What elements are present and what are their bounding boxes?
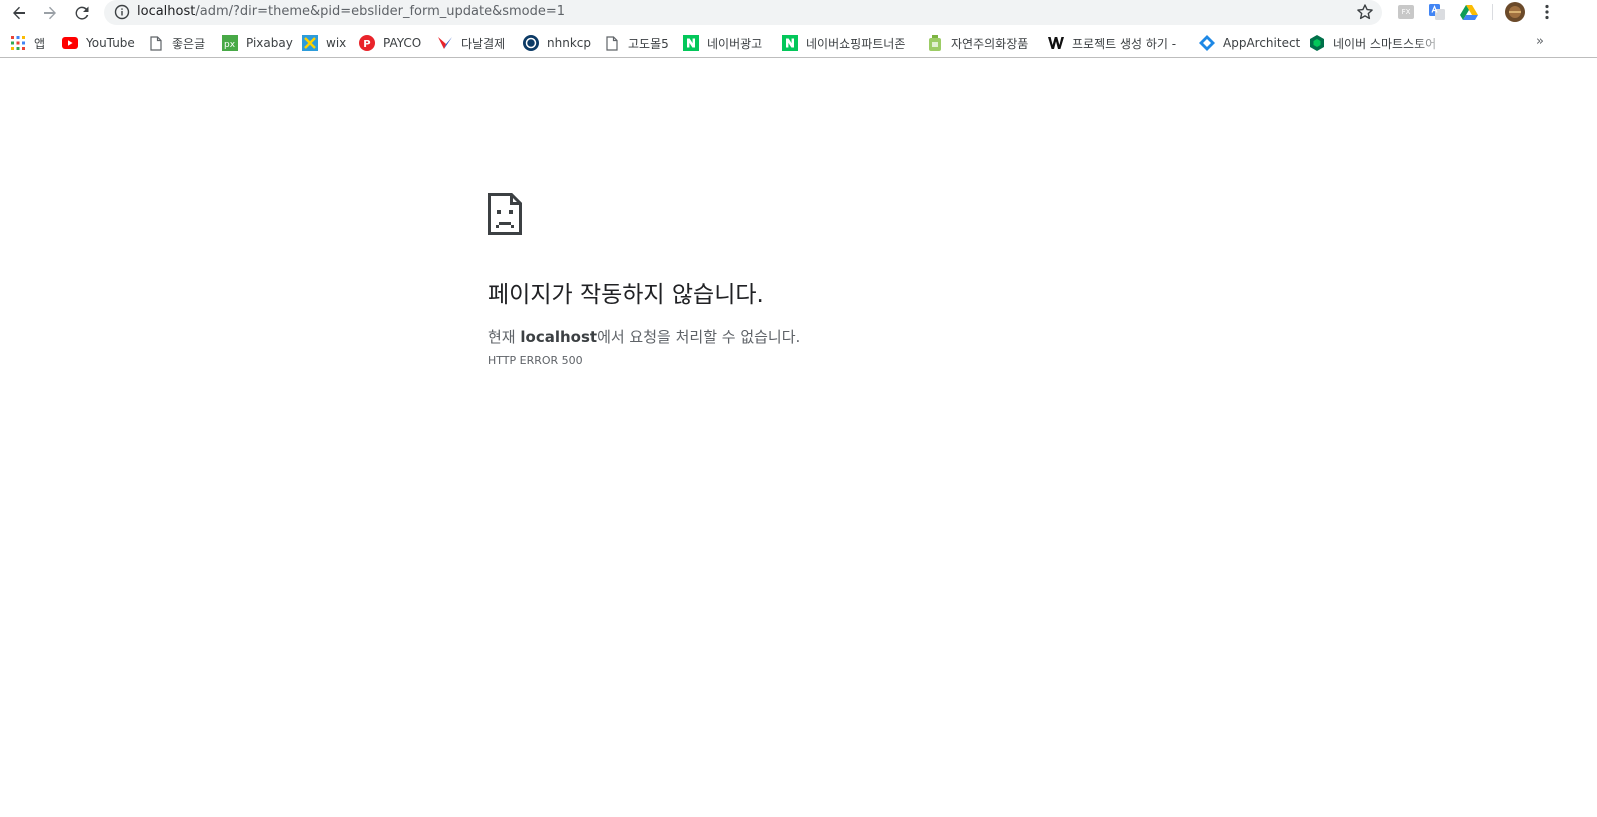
apps-grid-icon <box>10 35 26 51</box>
w-icon <box>1048 35 1064 51</box>
error-message-host: localhost <box>520 328 598 346</box>
browser-menu-button[interactable] <box>1538 3 1556 21</box>
error-page: 페이지가 작동하지 않습니다. 현재 localhost에서 요청을 처리할 수… <box>488 193 1188 367</box>
bookmark-label: wix <box>326 36 347 50</box>
browser-toolbar: localhost/adm/?dir=theme&pid=ebslider_fo… <box>0 0 1597 25</box>
bookmark-apparchitect[interactable]: AppArchitect <box>1199 34 1300 52</box>
svg-text:P: P <box>363 39 370 50</box>
bookmark-payco[interactable]: P PAYCO <box>359 34 421 52</box>
sad-page-icon <box>488 193 522 235</box>
fx-extension-label: FX <box>1401 8 1411 16</box>
bookmark-label: AppArchitect <box>1223 36 1301 50</box>
bookmark-godomall5[interactable]: 고도몰5 <box>604 34 669 52</box>
more-vertical-icon <box>1545 4 1549 20</box>
error-message-prefix: 현재 <box>488 328 521 346</box>
reload-icon <box>75 6 89 20</box>
bookmark-label: 네이버광고 <box>707 36 763 51</box>
url-text[interactable]: localhost/adm/?dir=theme&pid=ebslider_fo… <box>137 4 565 20</box>
extension-translate-button[interactable] <box>1428 3 1446 21</box>
google-drive-icon <box>1460 5 1478 20</box>
avatar-icon <box>1505 2 1525 22</box>
bookmark-natural-cosmetics[interactable]: 자연주의화장품 <box>927 34 1028 52</box>
google-translate-icon <box>1429 4 1445 20</box>
page-icon <box>148 35 164 51</box>
bookmark-naver-shopping-partner[interactable]: 네이버쇼핑파트너존 <box>782 34 905 52</box>
pixabay-icon: px <box>222 35 238 51</box>
bookmarks-fade <box>1412 29 1452 57</box>
bookmark-nhnkcp[interactable]: nhnkcp <box>523 34 591 52</box>
bookmark-label: YouTube <box>86 36 135 50</box>
extension-fx-button[interactable]: FX <box>1397 3 1415 21</box>
info-icon[interactable] <box>114 4 130 20</box>
danal-icon <box>437 35 453 51</box>
bookmark-apps[interactable]: 앱 <box>10 34 45 52</box>
bookmark-label: 고도몰5 <box>628 36 669 51</box>
bookmark-good-writing[interactable]: 좋은글 <box>148 34 205 52</box>
page-icon <box>604 35 620 51</box>
smartstore-icon <box>1309 35 1325 51</box>
arrow-right-icon <box>44 6 56 20</box>
youtube-icon <box>62 35 78 51</box>
nhnkcp-icon <box>523 35 539 51</box>
forward-button[interactable] <box>39 2 61 24</box>
bookmark-label: 다날결제 <box>461 36 506 51</box>
payco-icon: P <box>359 35 375 51</box>
bookmark-naver-ads[interactable]: 네이버광고 <box>683 34 762 52</box>
reload-button[interactable] <box>71 2 93 24</box>
wix-icon <box>302 35 318 51</box>
arrow-left-icon <box>13 6 25 20</box>
error-title: 페이지가 작동하지 않습니다. <box>488 282 764 308</box>
bookmark-label: PAYCO <box>383 36 422 50</box>
svg-text:px: px <box>224 40 236 50</box>
extension-drive-button[interactable] <box>1460 3 1478 21</box>
bookmark-star-icon[interactable] <box>1356 3 1374 21</box>
bookmark-create-project[interactable]: 프로젝트 생성 하기 - <box>1048 34 1176 52</box>
apparchitect-icon <box>1199 35 1215 51</box>
bookmark-label: nhnkcp <box>547 36 591 50</box>
naver-icon <box>683 35 699 51</box>
bookmark-danal[interactable]: 다날결제 <box>437 34 505 52</box>
bookmark-label: 좋은글 <box>172 36 206 51</box>
naver-icon <box>782 35 798 51</box>
address-bar[interactable]: localhost/adm/?dir=theme&pid=ebslider_fo… <box>104 0 1382 25</box>
error-message: 현재 localhost에서 요청을 처리할 수 없습니다. <box>488 327 800 347</box>
bottle-icon <box>927 35 943 51</box>
bookmark-label: 앱 <box>34 36 46 51</box>
bookmarks-bar: 앱 YouTube 좋은글 px Pixabay wix P PAYCO 다날결… <box>0 29 1597 58</box>
bookmark-label: 자연주의화장품 <box>951 36 1029 51</box>
bookmark-pixabay[interactable]: px Pixabay <box>222 34 293 52</box>
bookmark-youtube[interactable]: YouTube <box>62 34 135 52</box>
bookmark-label: Pixabay <box>246 36 293 50</box>
bookmarks-overflow-button[interactable]: » <box>1536 34 1544 49</box>
error-message-suffix: 에서 요청을 처리할 수 없습니다. <box>597 328 801 346</box>
error-code: HTTP ERROR 500 <box>488 354 583 367</box>
url-path: /adm/?dir=theme&pid=ebslider_form_update… <box>195 4 566 19</box>
url-host: localhost <box>137 4 196 19</box>
bookmark-label: 네이버쇼핑파트너존 <box>806 36 906 51</box>
bookmark-label: 프로젝트 생성 하기 - <box>1072 36 1177 51</box>
profile-avatar-button[interactable] <box>1505 2 1525 22</box>
bookmark-wix[interactable]: wix <box>302 34 346 52</box>
toolbar-separator <box>1492 4 1493 20</box>
back-button[interactable] <box>8 2 30 24</box>
